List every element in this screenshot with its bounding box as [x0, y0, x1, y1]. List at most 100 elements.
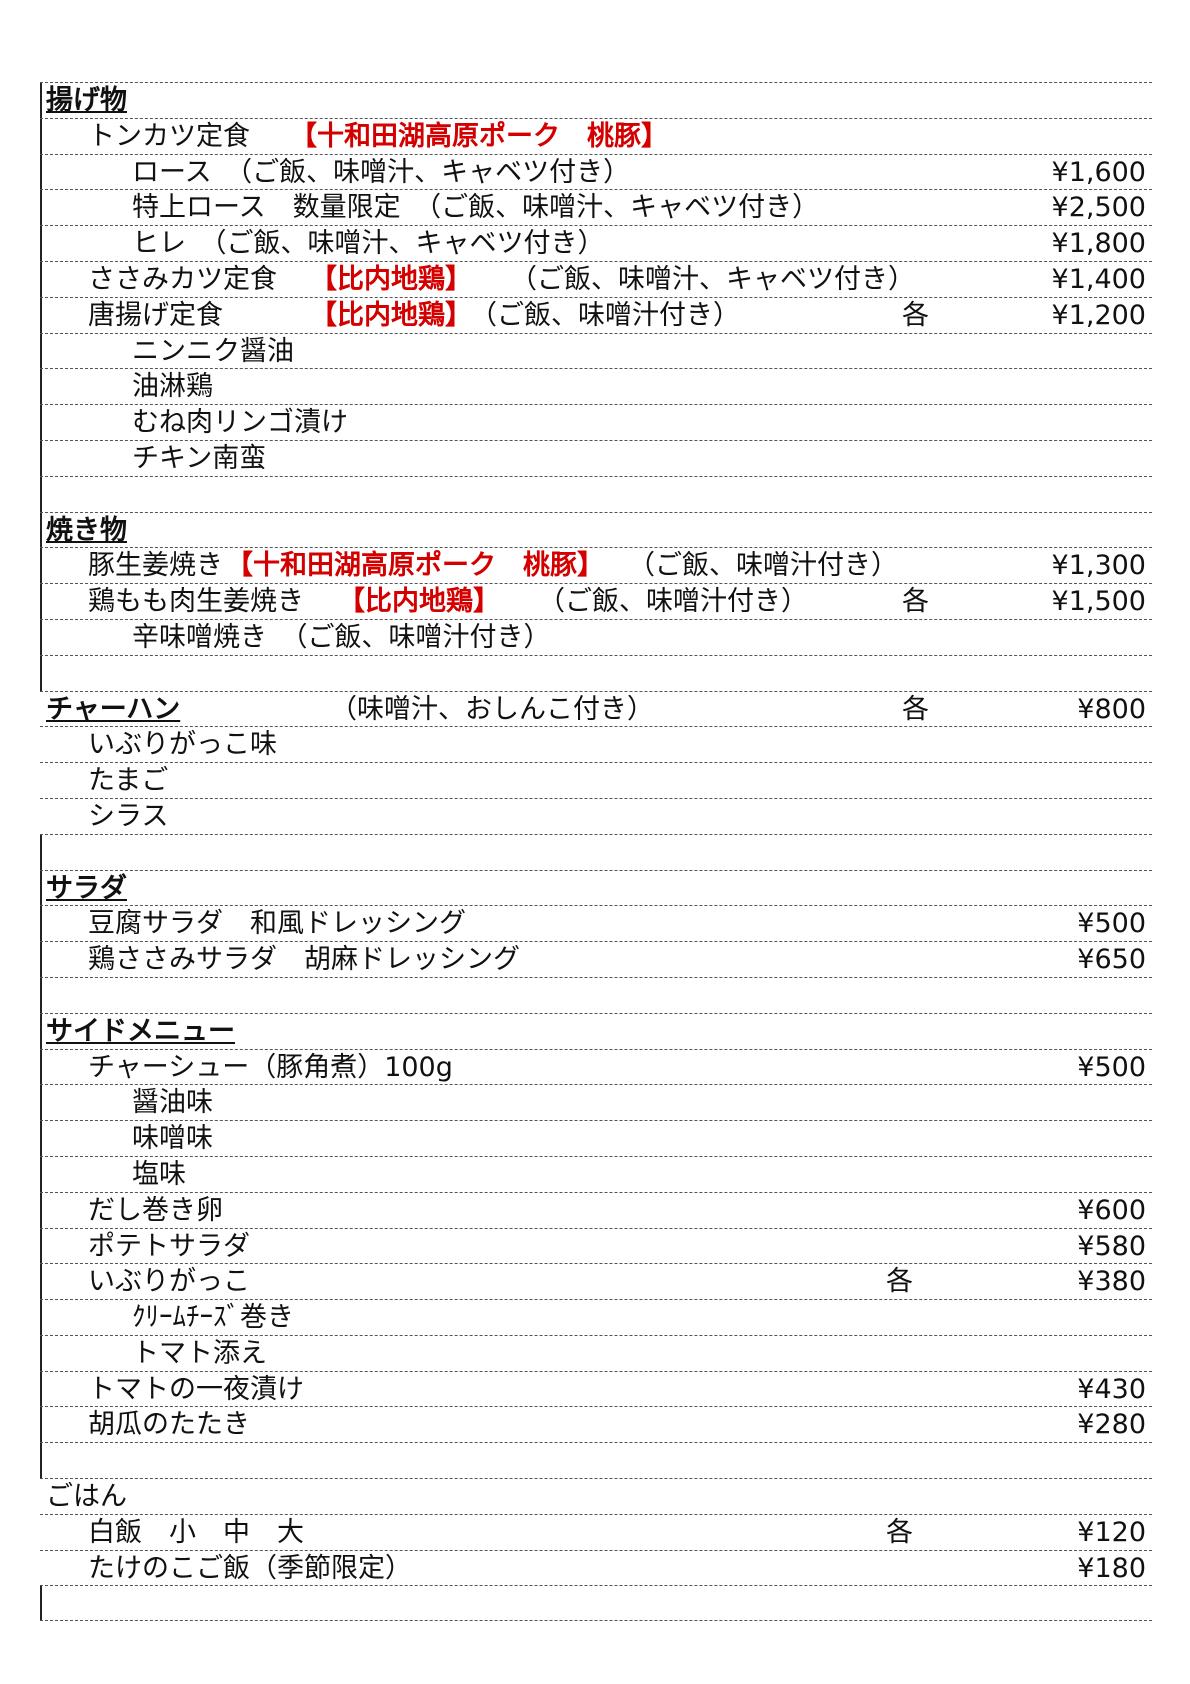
option-label: トマト添え: [132, 1337, 267, 1369]
item-price: ¥120: [1077, 1516, 1146, 1548]
blank-row: [40, 1442, 1152, 1479]
item-label: ささみカツ定食: [88, 263, 277, 295]
item-price: ¥180: [1077, 1552, 1146, 1584]
option-item: 辛味噌焼き （ご飯、味噌汁付き）: [40, 618, 1152, 655]
option-item: たまご: [40, 762, 1152, 798]
menu-item-buta-shogayaki: 豚生姜焼き 【十和田湖高原ポーク 桃豚】 （ご飯、味噌汁付き） ¥1,300: [40, 547, 1152, 584]
blank-row: [40, 976, 1152, 1013]
section-heading: 焼き物: [46, 514, 127, 546]
menu-item-tofu-salad: 豆腐サラダ 和風ドレッシング ¥500: [40, 905, 1152, 942]
item-price: ¥500: [1077, 1051, 1146, 1083]
item-price: ¥500: [1077, 908, 1146, 940]
menu-item-hakumai: 白飯 小 中 大 各 ¥120: [40, 1513, 1152, 1550]
item-price: ¥600: [1077, 1194, 1146, 1226]
item-label: 白飯 小 中 大: [88, 1516, 304, 1548]
blank-row: [40, 833, 1152, 870]
option-label: 味噌味: [132, 1123, 213, 1155]
item-label: 鶏もも肉生姜焼き: [88, 586, 304, 618]
option-item: ｸﾘｰﾑﾁｰｽﾞ巻き: [40, 1299, 1152, 1335]
menu-item-hire: ヒレ （ご飯、味噌汁、キャベツ付き） ¥1,800: [40, 225, 1152, 261]
item-label: 豚生姜焼き: [88, 550, 223, 582]
item-label: 特上ロース 数量限定 （ご飯、味噌汁、キャベツ付き）: [132, 192, 820, 224]
option-label: むね肉リンゴ漬け: [132, 407, 348, 439]
brand-label: 【比内地鶏】: [338, 586, 500, 618]
brand-label: 【十和田湖高原ポーク 桃豚】: [290, 120, 668, 152]
each-label: 各: [902, 586, 929, 618]
option-item: シラス: [40, 797, 1152, 834]
item-note: （ご飯、味噌汁付き）: [538, 586, 808, 618]
section-heading: サラダ: [46, 872, 127, 904]
item-note: （味噌汁、おしんこ付き）: [330, 693, 654, 725]
option-label: たまご: [88, 765, 169, 797]
item-note: （ご飯、味噌汁付き）: [628, 550, 898, 582]
option-item: ニンニク醤油: [40, 332, 1152, 369]
section-heading: サイドメニュー: [46, 1015, 235, 1047]
each-label: 各: [886, 1516, 913, 1548]
section-gohan-heading-row: ごはん: [40, 1478, 1152, 1514]
item-label: ロース （ご飯、味噌汁、キャベツ付き）: [132, 156, 631, 188]
item-price: ¥430: [1077, 1373, 1146, 1405]
menu-sheet: 揚げ物 トンカツ定食 【十和田湖高原ポーク 桃豚】 ロース （ご飯、味噌汁、キャ…: [40, 82, 1152, 1622]
item-note: （ご飯、味噌汁付き）: [470, 299, 740, 331]
menu-item-kyuri: 胡瓜のたたき ¥280: [40, 1406, 1152, 1443]
brand-label: 【十和田湖高原ポーク 桃豚】: [226, 550, 604, 582]
item-label: 胡瓜のたたき: [88, 1409, 250, 1441]
option-item: トマト添え: [40, 1334, 1152, 1371]
item-price: ¥1,800: [1051, 228, 1146, 260]
menu-item-iburigakko: いぶりがっこ 各 ¥380: [40, 1263, 1152, 1300]
item-label: トンカツ定食: [88, 120, 250, 152]
menu-item-rosu: ロース （ご飯、味噌汁、キャベツ付き） ¥1,600: [40, 153, 1152, 190]
blank-row: [40, 654, 1152, 691]
section-heading: チャーハン: [46, 693, 181, 725]
brand-label: 【比内地鶏】: [310, 263, 472, 295]
option-item: チキン南蛮: [40, 439, 1152, 476]
item-label: 鶏ささみサラダ 胡麻ドレッシング: [88, 944, 520, 976]
item-price: ¥1,500: [1051, 586, 1146, 618]
section-salad-heading-row: サラダ: [40, 869, 1152, 906]
item-price: ¥800: [1077, 693, 1146, 725]
option-label: ｸﾘｰﾑﾁｰｽﾞ巻き: [132, 1302, 294, 1334]
each-label: 各: [886, 1266, 913, 1298]
item-price: ¥1,300: [1051, 550, 1146, 582]
option-item: 塩味: [40, 1155, 1152, 1192]
item-label: 唐揚げ定食: [88, 299, 223, 331]
option-item: 醤油味: [40, 1084, 1152, 1121]
menu-item-tomato: トマトの一夜漬け ¥430: [40, 1370, 1152, 1407]
item-price: ¥1,400: [1051, 263, 1146, 295]
menu-item-dashimaki: だし巻き卵 ¥600: [40, 1191, 1152, 1228]
brand-label: 【比内地鶏】: [310, 299, 472, 331]
each-label: 各: [902, 693, 929, 725]
option-label: 醤油味: [132, 1087, 213, 1119]
item-price: ¥280: [1077, 1409, 1146, 1441]
item-price: ¥1,200: [1051, 299, 1146, 331]
blank-row: [40, 1585, 1152, 1622]
section-chahan-heading-row: チャーハン （味噌汁、おしんこ付き） 各 ¥800: [40, 690, 1152, 727]
menu-item-tori-shogayaki: 鶏もも肉生姜焼き 【比内地鶏】 （ご飯、味噌汁付き） 各 ¥1,500: [40, 583, 1152, 619]
item-label: チャーシュー（豚角煮）100g: [88, 1051, 453, 1083]
option-item: いぶりがっこ味: [40, 726, 1152, 762]
item-label: トマトの一夜漬け: [88, 1373, 304, 1405]
each-label: 各: [902, 299, 929, 331]
option-item: むね肉リンゴ漬け: [40, 404, 1152, 440]
option-item: 味噌味: [40, 1120, 1152, 1156]
menu-item-sasami-salad: 鶏ささみサラダ 胡麻ドレッシング ¥650: [40, 941, 1152, 977]
item-label: ポテトサラダ: [88, 1230, 250, 1262]
menu-item-potato-salad: ポテトサラダ ¥580: [40, 1227, 1152, 1264]
menu-item-tonkatsu: トンカツ定食 【十和田湖高原ポーク 桃豚】: [40, 117, 1152, 154]
item-price: ¥580: [1077, 1230, 1146, 1262]
item-label: 豆腐サラダ 和風ドレッシング: [88, 908, 466, 940]
option-label: ニンニク醤油: [132, 335, 294, 367]
option-label: チキン南蛮: [132, 442, 267, 474]
item-price: ¥2,500: [1051, 192, 1146, 224]
menu-item-sasami-katsu: ささみカツ定食 【比内地鶏】 （ご飯、味噌汁、キャベツ付き） ¥1,400: [40, 260, 1152, 297]
item-price: ¥380: [1077, 1266, 1146, 1298]
menu-item-chashu: チャーシュー（豚角煮）100g ¥500: [40, 1048, 1152, 1085]
section-agemono-heading-row: 揚げ物: [40, 82, 1152, 118]
option-label: いぶりがっこ味: [88, 729, 277, 761]
menu-item-karaage: 唐揚げ定食 【比内地鶏】 （ご飯、味噌汁付き） 各 ¥1,200: [40, 296, 1152, 333]
section-side-heading-row: サイドメニュー: [40, 1012, 1152, 1049]
option-item: 油淋鶏: [40, 368, 1152, 405]
option-label: シラス: [88, 800, 169, 832]
menu-item-takenoko: たけのこご飯（季節限定） ¥180: [40, 1549, 1152, 1586]
item-note: （ご飯、味噌汁、キャベツ付き）: [510, 263, 915, 295]
